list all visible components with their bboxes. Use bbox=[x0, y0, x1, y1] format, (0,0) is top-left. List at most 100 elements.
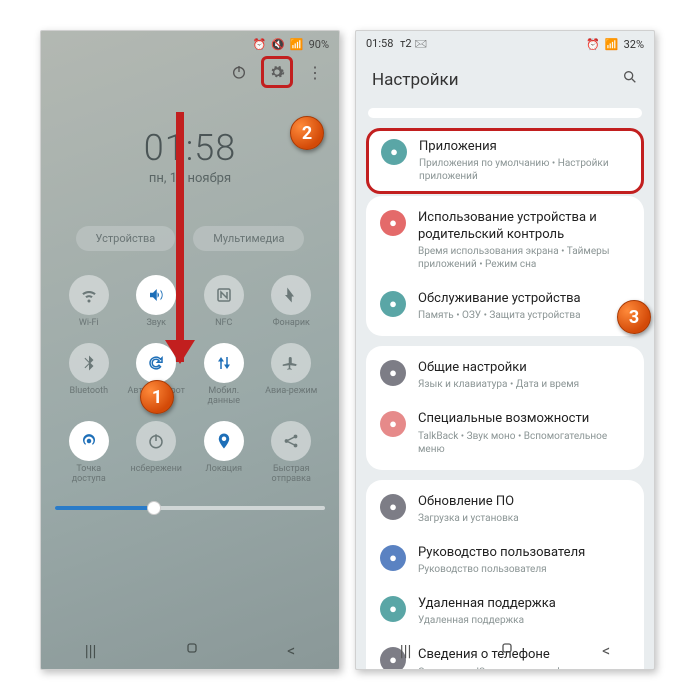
row-icon: ● bbox=[380, 210, 406, 236]
settings-row[interactable]: ●Удаленная поддержкаУдаленная поддержка bbox=[366, 586, 644, 637]
location-icon bbox=[204, 421, 244, 461]
settings-row[interactable]: ● Специальные возможности TalkBack • Звук … bbox=[366, 401, 644, 465]
row-icon: ● bbox=[380, 494, 406, 520]
wifi-icon: 📶 bbox=[290, 38, 304, 51]
wifi-icon bbox=[69, 275, 109, 315]
callout-2: 2 bbox=[290, 116, 324, 150]
tile-label: Звук bbox=[146, 319, 166, 329]
status-left: 01:58 т2 🖂 bbox=[366, 35, 427, 54]
tile-location[interactable]: Локация bbox=[190, 421, 258, 485]
tile-nfc[interactable]: NFC bbox=[190, 275, 258, 329]
sound-icon bbox=[136, 275, 176, 315]
quick-panel-actions: ⋮ bbox=[41, 57, 339, 87]
clock-date: пн, 15 ноября bbox=[41, 171, 339, 186]
swipe-down-arrow bbox=[176, 112, 184, 362]
tile-label: Wi-Fi bbox=[79, 319, 99, 329]
settings-card: ● Использование устройства и родительский… bbox=[366, 196, 644, 336]
settings-row[interactable]: ● Руководство пользователя Руководство пол… bbox=[366, 535, 644, 586]
nav-home[interactable] bbox=[184, 640, 200, 660]
row-title: Использование устройства и родительский … bbox=[418, 210, 630, 243]
status-bar: ⏰ 🔇 📶 90% bbox=[41, 31, 339, 57]
settings-row[interactable]: ● Общие настройки Язык и клавиатура • Дата… bbox=[366, 350, 644, 401]
tile-bt[interactable]: Bluetooth bbox=[55, 343, 123, 407]
status-bar: 01:58 т2 🖂 ⏰ 📶 32% bbox=[356, 31, 654, 57]
row-subtitle: Язык и клавиатура • Дата и время bbox=[418, 378, 630, 391]
panel-tabs: Устройства Мультимедиа bbox=[41, 226, 339, 251]
tutorial-stage: ⏰ 🔇 📶 90% ⋮ 01:58 пн, 15 ноября Устройст… bbox=[0, 0, 694, 700]
tile-label: Фонарик bbox=[273, 319, 310, 329]
row-icon: ● bbox=[380, 360, 406, 386]
row-subtitle: TalkBack • Звук моно • Вспомогательное м… bbox=[418, 430, 630, 456]
nav-back[interactable]: < bbox=[287, 641, 295, 660]
row-subtitle: Память • ОЗУ • Защита устройства bbox=[418, 309, 630, 322]
tile-label: нсбережени bbox=[131, 465, 182, 475]
row-title: Общие настройки bbox=[418, 360, 630, 376]
tile-label: Мобил. данные bbox=[194, 387, 254, 407]
settings-header: Настройки bbox=[356, 57, 654, 102]
battery-text: 90% bbox=[309, 38, 329, 51]
phone-settings: 01:58 т2 🖂 ⏰ 📶 32% Настройки ● Приложения… bbox=[355, 30, 655, 670]
nav-recent[interactable]: ||| bbox=[400, 641, 412, 660]
brightness-slider[interactable] bbox=[55, 506, 325, 510]
nav-recent[interactable]: ||| bbox=[85, 641, 97, 660]
notif-icon: 🖂 bbox=[414, 37, 427, 50]
nav-bar: ||| < bbox=[356, 631, 654, 669]
tile-label: Быстрая отправка bbox=[261, 465, 321, 485]
flash-icon bbox=[271, 275, 311, 315]
gear-icon[interactable] bbox=[267, 62, 287, 82]
settings-row[interactable]: ●Обслуживание устройстваПамять • ОЗУ • З… bbox=[366, 281, 644, 332]
row-icon: ● bbox=[380, 545, 406, 571]
tile-flash[interactable]: Фонарик bbox=[258, 275, 326, 329]
tile-data[interactable]: Мобил. данные bbox=[190, 343, 258, 407]
power-icon bbox=[136, 421, 176, 461]
tile-label: Bluetooth bbox=[69, 387, 108, 397]
settings-row[interactable]: ● Приложения Приложения по умолчанию • Нас… bbox=[366, 128, 644, 194]
share-icon bbox=[271, 421, 311, 461]
alarm-icon: ⏰ bbox=[586, 38, 600, 51]
row-title: Специальные возможности bbox=[418, 411, 630, 427]
tile-wifi[interactable]: Wi-Fi bbox=[55, 275, 123, 329]
callout-1: 1 bbox=[140, 380, 174, 414]
tile-hotspot[interactable]: Точка доступа bbox=[55, 421, 123, 485]
settings-button-highlight bbox=[261, 56, 293, 88]
nav-bar: ||| < bbox=[41, 631, 339, 669]
settings-row[interactable]: ● Использование устройства и родительский… bbox=[366, 200, 644, 281]
search-icon[interactable] bbox=[622, 69, 638, 90]
tile-label: NFC bbox=[215, 319, 232, 329]
hotspot-icon bbox=[69, 421, 109, 461]
tab-media[interactable]: Мультимедиа bbox=[193, 226, 304, 251]
tile-power[interactable]: нсбережени bbox=[123, 421, 191, 485]
settings-card: ● Общие настройки Язык и клавиатура • Дата… bbox=[366, 346, 644, 470]
more-icon[interactable]: ⋮ bbox=[305, 62, 325, 82]
row-subtitle: Руководство пользователя bbox=[418, 563, 630, 576]
power-icon[interactable] bbox=[229, 62, 249, 82]
slider-thumb[interactable] bbox=[147, 501, 161, 515]
tile-share[interactable]: Быстрая отправка bbox=[258, 421, 326, 485]
bt-icon bbox=[69, 343, 109, 383]
row-title: Приложения bbox=[419, 139, 629, 155]
mute-icon: 🔇 bbox=[271, 38, 285, 51]
row-icon: ● bbox=[381, 139, 407, 165]
row-title: Руководство пользователя bbox=[418, 545, 630, 561]
search-handle[interactable] bbox=[368, 108, 642, 118]
row-subtitle: Приложения по умолчанию • Настройки прил… bbox=[419, 157, 629, 183]
nav-home[interactable] bbox=[499, 640, 515, 660]
battery-text: 32% bbox=[624, 38, 644, 51]
status-icons: ⏰ 📶 32% bbox=[586, 38, 644, 51]
row-title: Обновление ПО bbox=[418, 494, 630, 510]
tile-plane[interactable]: Авиа-режим bbox=[258, 343, 326, 407]
tile-label: Локация bbox=[205, 465, 242, 475]
row-subtitle: Удаленная поддержка bbox=[418, 614, 630, 627]
alarm-icon: ⏰ bbox=[252, 38, 266, 51]
tile-label: Авиа-режим bbox=[265, 387, 317, 397]
nav-back[interactable]: < bbox=[602, 641, 610, 660]
wifi-icon: 📶 bbox=[605, 38, 619, 51]
quick-tiles: Wi-FiЗвукNFCФонарикBluetoothАвто поворот… bbox=[41, 275, 339, 484]
settings-row[interactable]: ●Обновление ПОЗагрузка и установка bbox=[366, 484, 644, 535]
tab-devices[interactable]: Устройства bbox=[76, 226, 176, 251]
row-title: Удаленная поддержка bbox=[418, 596, 630, 612]
status-icons: ⏰ 🔇 📶 90% bbox=[252, 38, 329, 51]
row-subtitle: Время использования экрана • Таймеры при… bbox=[418, 245, 630, 271]
data-icon bbox=[204, 343, 244, 383]
row-icon: ● bbox=[380, 411, 406, 437]
